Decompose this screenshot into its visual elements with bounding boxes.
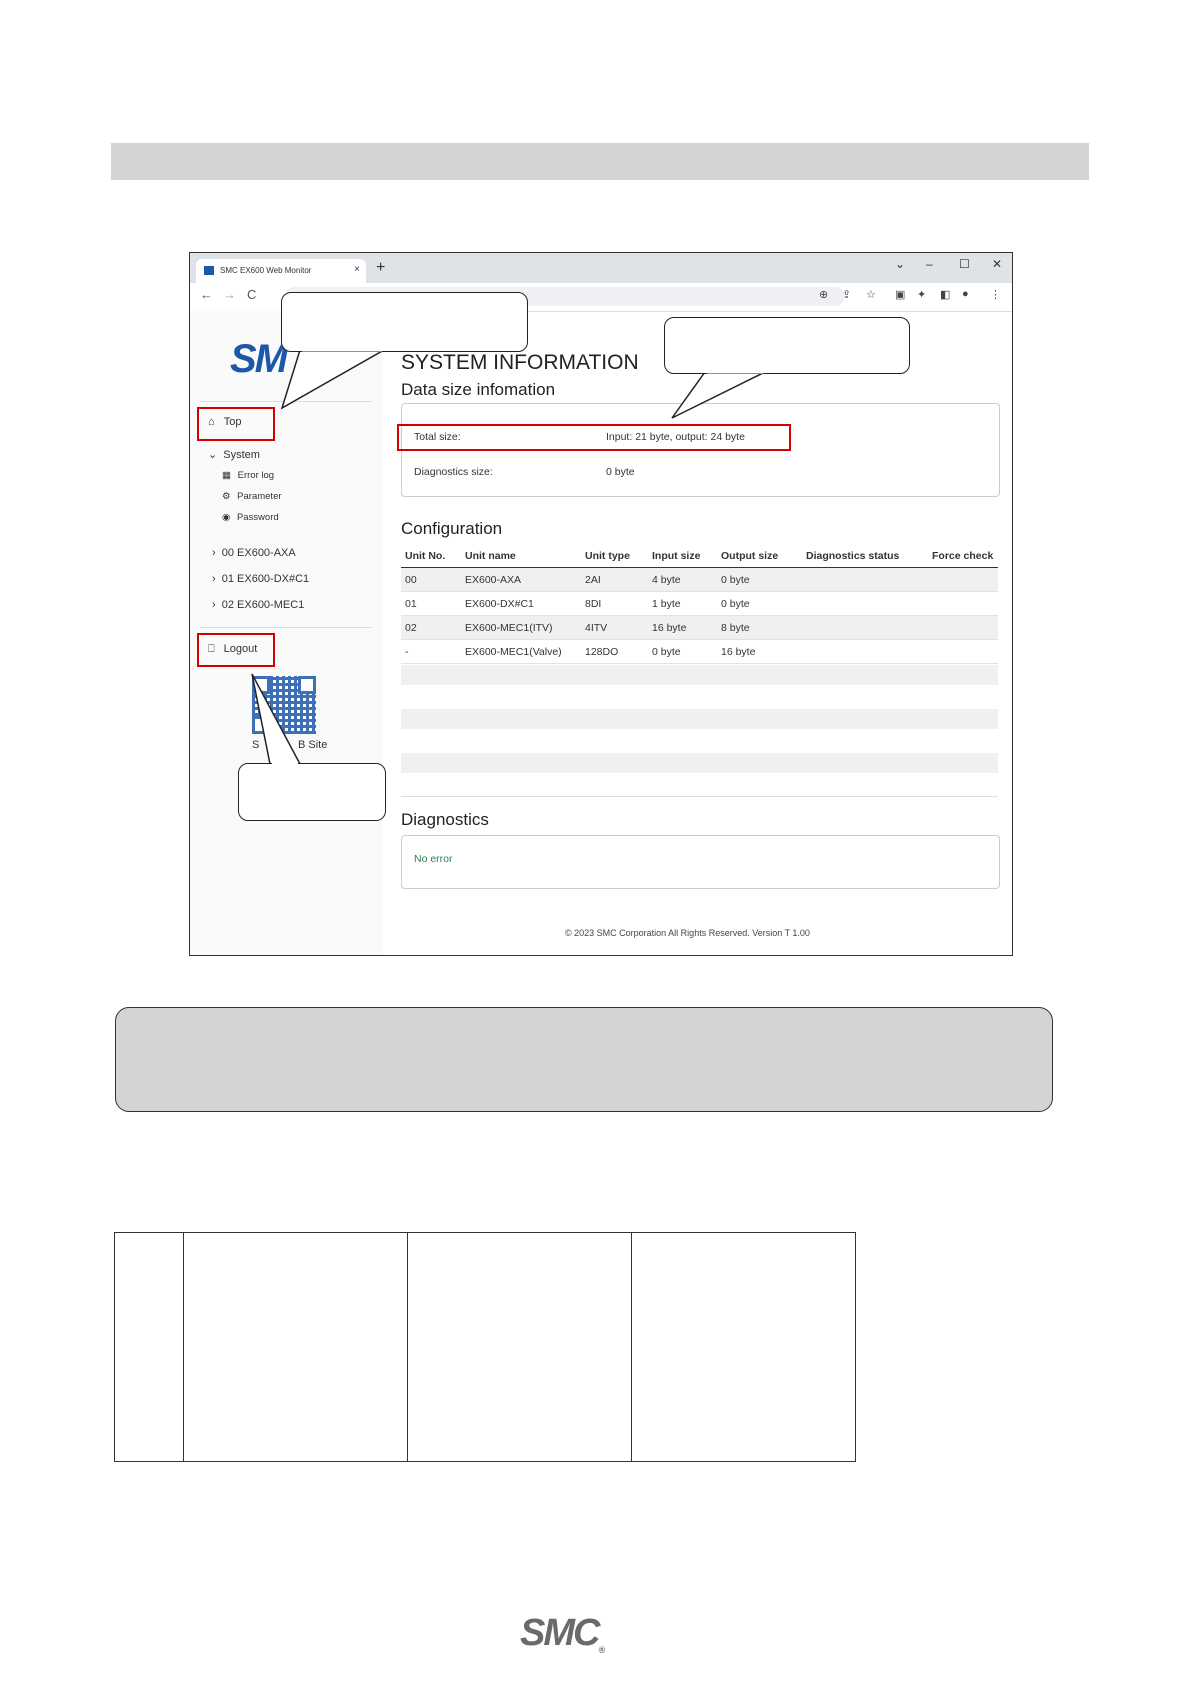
table-cell <box>183 1232 408 1462</box>
table-cell <box>407 1232 632 1462</box>
table-cell <box>114 1232 184 1462</box>
table-cell <box>631 1232 856 1462</box>
table-row <box>114 1232 856 1462</box>
note-box <box>115 1007 1053 1112</box>
footer-logo-text: SMC <box>520 1612 600 1654</box>
registered-mark: ® <box>598 1645 604 1655</box>
footer-smc-logo: SMC® <box>520 1612 605 1655</box>
blank-table <box>114 1232 856 1462</box>
